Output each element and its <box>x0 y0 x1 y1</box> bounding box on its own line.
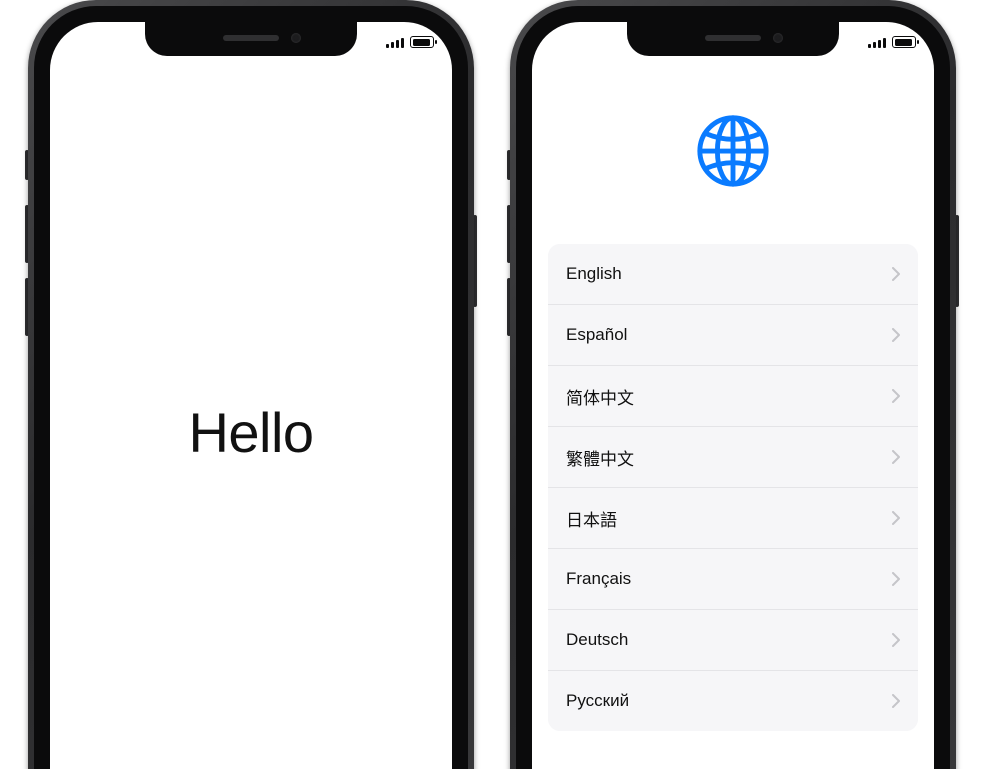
language-row-traditional-chinese[interactable]: 繁體中文 <box>548 427 918 488</box>
language-label: Русский <box>566 691 629 711</box>
language-row-english[interactable]: English <box>548 244 918 305</box>
front-camera <box>773 33 783 43</box>
language-row-russian[interactable]: Русский <box>548 671 918 731</box>
battery-icon <box>892 36 916 48</box>
battery-icon <box>410 36 434 48</box>
chevron-right-icon <box>892 694 900 708</box>
hello-greeting: Hello <box>50 400 452 465</box>
language-row-japanese[interactable]: 日本語 <box>548 488 918 549</box>
cellular-signal-icon <box>386 36 404 48</box>
chevron-right-icon <box>892 572 900 586</box>
chevron-right-icon <box>892 633 900 647</box>
language-list: English Español 简体中文 <box>548 244 918 731</box>
speaker <box>705 35 761 41</box>
phone-hello: Hello <box>28 0 474 769</box>
globe-icon <box>694 112 772 190</box>
language-row-espanol[interactable]: Español <box>548 305 918 366</box>
language-label: English <box>566 264 622 284</box>
status-bar <box>868 34 916 50</box>
chevron-right-icon <box>892 267 900 281</box>
chevron-right-icon <box>892 450 900 464</box>
chevron-right-icon <box>892 328 900 342</box>
chevron-right-icon <box>892 511 900 525</box>
front-camera <box>291 33 301 43</box>
language-row-simplified-chinese[interactable]: 简体中文 <box>548 366 918 427</box>
speaker <box>223 35 279 41</box>
language-label: Français <box>566 569 631 589</box>
notch <box>627 22 839 56</box>
language-label: Español <box>566 325 627 345</box>
language-row-francais[interactable]: Français <box>548 549 918 610</box>
language-label: 繁體中文 <box>566 445 634 470</box>
chevron-right-icon <box>892 389 900 403</box>
cellular-signal-icon <box>868 36 886 48</box>
language-label: Deutsch <box>566 630 628 650</box>
language-label: 日本語 <box>566 506 617 531</box>
screen: Hello <box>50 22 452 769</box>
status-bar <box>386 34 434 50</box>
screen: English Español 简体中文 <box>532 22 934 769</box>
phone-language-select: English Español 简体中文 <box>510 0 956 769</box>
language-label: 简体中文 <box>566 384 634 409</box>
notch <box>145 22 357 56</box>
language-row-deutsch[interactable]: Deutsch <box>548 610 918 671</box>
